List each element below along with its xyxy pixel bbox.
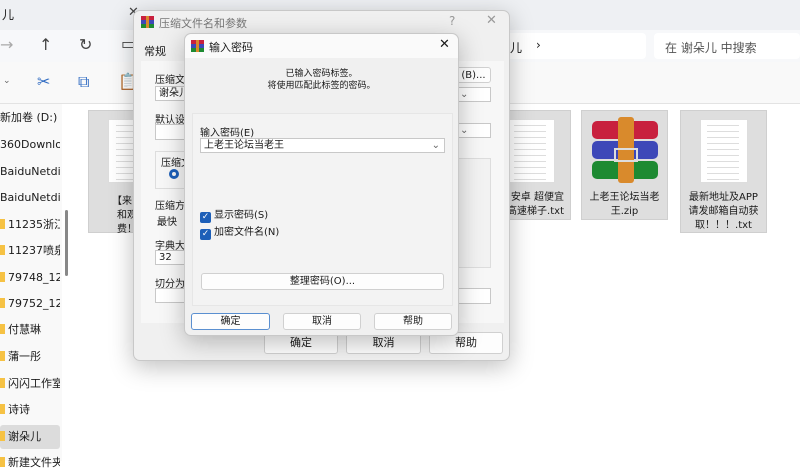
folder-icon [0,457,5,467]
sidebar-item[interactable]: 新加卷 (D:) [0,106,60,130]
password-value: 上老王论坛当老王 [204,140,284,151]
address-bar[interactable]: 儿 › [500,33,646,59]
copy-icon[interactable]: ⧉ [78,72,89,92]
close-icon[interactable]: ✕ [439,37,450,52]
sidebar-item[interactable]: 79748_123 [0,266,60,290]
sidebar-item-label: 11235浙江 [8,218,60,231]
sidebar-item-label: 谢朵儿 [8,430,41,443]
sidebar-item-label: BaiduNetdis [0,165,60,178]
folder-icon [0,351,5,361]
dialog-title: 压缩文件名和参数 [159,17,247,30]
chevron-down-icon[interactable]: ⌄ [3,76,11,86]
text-file-icon [506,119,555,183]
right-field[interactable] [456,288,491,304]
sidebar-item-label: 79748_123 [8,271,60,284]
file-name: 上老王论坛当老 王.zip [589,192,660,217]
sidebar-item-label: 新加卷 (D:) [0,111,58,124]
info-line-1: 已输入密码标签。 [285,69,358,79]
encrypt-names-checkbox[interactable]: ✓ 加密文件名(N) [200,223,279,240]
winrar-icon [141,16,154,28]
sidebar-item[interactable]: BaiduNetdis [0,186,60,210]
refresh-icon[interactable]: ↻ [79,35,92,54]
sidebar-item-label: 蒲一彤 [8,350,41,363]
show-password-label: 显示密码(S) [214,210,269,221]
folder-icon [0,272,5,282]
sidebar-item-label: BaiduNetdis [0,191,60,204]
folder-icon [0,404,5,414]
ok-button[interactable]: 确定 [191,313,270,330]
tab-title[interactable]: 儿 [2,6,14,23]
checkmark-icon: ✓ [200,229,211,240]
winrar-archive-icon [592,117,658,183]
archive-name-dropdown[interactable]: ⌄ [456,87,491,102]
address-tail: 儿 [510,41,523,55]
sidebar-item-label: 诗诗 [8,403,30,416]
folder-icon [0,324,5,334]
sidebar-item[interactable]: 79752_123 [0,292,60,316]
show-password-checkbox[interactable]: ✓ 显示密码(S) [200,206,268,223]
sidebar-scrollbar[interactable] [65,210,68,276]
chevron-down-icon[interactable]: ⌄ [432,139,440,153]
tab-general[interactable]: 常规 [144,43,166,59]
checkmark-icon: ✓ [200,212,211,223]
sidebar-item[interactable]: 11237喷泉 [0,239,60,263]
sidebar-item[interactable]: 付慧琳 [0,318,60,342]
search-input[interactable]: 在 谢朵儿 中搜索 [654,33,800,59]
archive-name-label: 压缩文 [155,75,185,86]
winrar-icon [191,40,204,52]
sidebar-item-label: 新建文件夹 [8,456,60,469]
text-file-icon [699,119,748,183]
sidebar-item[interactable]: 11235浙江 [0,213,60,237]
format-radio[interactable] [169,169,179,179]
update-mode-dropdown[interactable]: ⌄ [456,123,491,138]
sidebar-item[interactable]: BaiduNetdis [0,160,60,184]
sidebar-item-label: 闪闪工作室 [8,377,60,390]
password-dialog: 输入密码 ✕ 已输入密码标签。 将使用匹配此标签的密码。 输入密码(E) 上老王… [184,33,459,336]
close-icon[interactable]: ✕ [486,13,497,28]
up-icon[interactable]: ↑ [39,35,52,54]
sidebar-item-label: 11237喷泉 [8,244,60,257]
password-label: 输入密码(E) [200,128,255,139]
forward-icon[interactable]: → [0,35,13,54]
browse-button[interactable]: (B)... [456,67,491,83]
password-group: 输入密码(E) 上老王论坛当老王 ⌄ ✓ 显示密码(S) ✓ 加密文件名(N) 整理… [192,113,453,306]
method-value[interactable]: 最快 [157,213,177,228]
dialog-title: 输入密码 [209,41,253,54]
sidebar: 新加卷 (D:) 360Downloa BaiduNetdis BaiduNet… [0,104,62,469]
info-text: 已输入密码标签。 将使用匹配此标签的密码。 [185,68,458,92]
sidebar-item[interactable]: 新建文件夹 [0,451,60,475]
sidebar-item-label: 79752_123 [8,297,60,310]
info-line-2: 将使用匹配此标签的密码。 [267,81,376,91]
sidebar-item[interactable]: 诗诗 [0,398,60,422]
folder-icon [0,378,5,388]
help-icon[interactable]: ? [449,14,455,28]
organize-passwords-button[interactable]: 整理密码(O)... [201,273,444,290]
file-tile-zip[interactable]: 上老王论坛当老 王.zip [581,110,668,220]
folder-icon [0,431,5,441]
folder-icon [0,298,5,308]
sidebar-item[interactable]: 360Downloa [0,133,60,157]
file-name: 最新地址及APP 请发邮箱自动获 取！！！.txt [688,192,759,231]
cancel-button[interactable]: 取消 [283,313,361,330]
method-label: 压缩方 [155,201,185,212]
chevron-right-icon[interactable]: › [536,38,541,52]
options-group [456,158,491,268]
help-button[interactable]: 帮助 [374,313,452,330]
password-input[interactable]: 上老王论坛当老王 ⌄ [200,138,445,153]
sidebar-item[interactable]: 闪闪工作室 [0,372,60,396]
sidebar-item-label: 付慧琳 [8,323,41,336]
file-tile[interactable]: 最新地址及APP 请发邮箱自动获 取！！！.txt [680,110,767,233]
sidebar-item-label: 360Downloa [0,138,60,151]
encrypt-names-label: 加密文件名(N) [214,227,280,238]
sidebar-item-selected[interactable]: 谢朵儿 [0,425,60,449]
sidebar-item[interactable]: 蒲一彤 [0,345,60,369]
folder-icon [0,245,5,255]
folder-icon [0,219,5,229]
search-placeholder: 在 谢朵儿 中搜索 [665,41,757,55]
cut-icon[interactable]: ✂ [37,72,50,91]
